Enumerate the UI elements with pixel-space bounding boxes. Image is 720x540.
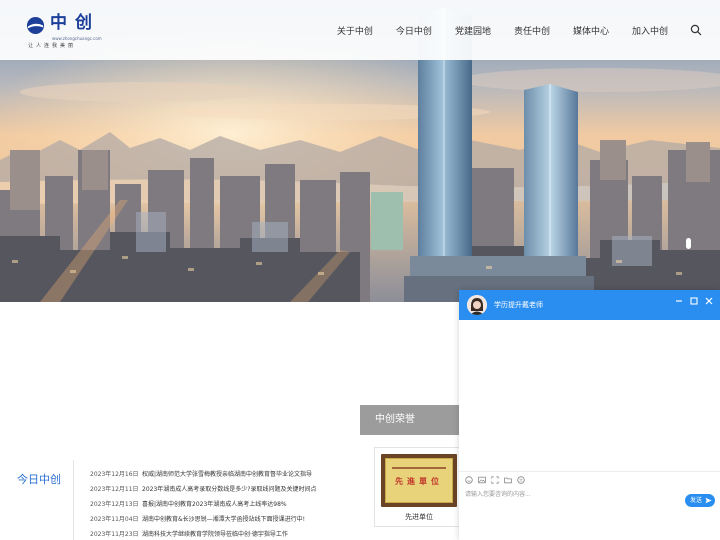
news-date: 2023年11月23日	[90, 531, 139, 538]
chat-messages	[459, 320, 720, 471]
today-section-title: 今日中创	[17, 473, 61, 486]
logo-url: www.zhongchuangc.com	[52, 36, 102, 41]
chat-toolbar	[465, 476, 530, 484]
honor-section-title: 中创荣誉	[360, 405, 470, 435]
honor-card[interactable]: 先進單位 先进单位	[374, 447, 464, 527]
folder-icon[interactable]	[504, 476, 512, 484]
nav-item-party[interactable]: 党建园地	[455, 24, 491, 37]
send-button[interactable]: 发送	[685, 494, 715, 507]
news-title[interactable]: 权威|湖南师范大学张雪梅教授亲临湖南中创教育督毕业论文指导	[142, 469, 312, 484]
honor-caption: 先进单位	[405, 513, 433, 521]
news-item[interactable]: 2023年12月16日 权威|湖南师范大学张雪梅教授亲临湖南中创教育督毕业论文指…	[90, 469, 350, 484]
site-logo[interactable]: 中创 www.zhongchuangc.com 让人连我美丽	[26, 12, 106, 49]
news-item[interactable]: 2023年12月11日 2023年湖南成人高考录取分数线是多少?录取线问题及关键…	[90, 484, 350, 499]
image-icon[interactable]	[478, 476, 486, 484]
avatar-icon	[467, 295, 487, 315]
news-title[interactable]: 湖南中创教育&长沙思锐—湘潭大学函授站线下面授课进行中!	[142, 514, 305, 529]
site-header: 中创 www.zhongchuangc.com 让人连我美丽 关于中创 今日中创…	[0, 0, 720, 60]
certificate-text: 先進單位	[395, 477, 443, 486]
agent-avatar	[467, 295, 487, 315]
search-icon[interactable]	[690, 24, 702, 36]
nav-item-media[interactable]: 媒体中心	[573, 24, 609, 37]
news-date: 2023年12月16日	[90, 471, 139, 478]
news-date: 2023年12月13日	[90, 501, 139, 508]
news-date: 2023年12月11日	[90, 486, 139, 493]
carousel-indicator[interactable]	[686, 238, 691, 249]
news-title[interactable]: 湖南科技大学继续教育学院领导莅临中创·德宇指导工作	[142, 529, 288, 540]
logo-slogan: 让人连我美丽	[28, 43, 77, 49]
nav-item-join[interactable]: 加入中创	[632, 24, 668, 37]
chat-window-controls	[669, 296, 714, 306]
news-item[interactable]: 2023年11月04日 湖南中创教育&长沙思锐—湘潭大学函授站线下面授课进行中!	[90, 514, 350, 529]
send-icon	[705, 497, 712, 504]
chat-message-input[interactable]	[465, 489, 685, 499]
logo-text: 中创	[50, 13, 100, 33]
nav-item-responsibility[interactable]: 责任中创	[514, 24, 550, 37]
section-divider	[73, 460, 74, 540]
minimize-icon[interactable]	[674, 296, 684, 306]
news-date: 2023年11月04日	[90, 516, 139, 523]
emoji-icon[interactable]	[465, 476, 473, 484]
news-title[interactable]: 喜报|湖南中创教育2023年湖南成人高考上线率达98%	[142, 499, 287, 514]
chat-header[interactable]: 学历提升戴老师	[459, 290, 720, 320]
certificate-image: 先進單位	[381, 454, 457, 507]
logo-mark-icon	[26, 16, 45, 35]
send-label: 发送	[690, 497, 703, 504]
page: 中创 www.zhongchuangc.com 让人连我美丽 关于中创 今日中创…	[0, 0, 720, 540]
screenshot-icon[interactable]	[491, 476, 499, 484]
chat-divider	[459, 471, 720, 472]
rating-icon[interactable]	[517, 476, 525, 484]
nav-item-today[interactable]: 今日中创	[396, 24, 432, 37]
main-nav: 关于中创 今日中创 党建园地 责任中创 媒体中心 加入中创	[314, 0, 702, 60]
news-item[interactable]: 2023年12月13日 喜报|湖南中创教育2023年湖南成人高考上线率达98%	[90, 499, 350, 514]
agent-name: 学历提升戴老师	[494, 301, 543, 309]
maximize-icon[interactable]	[689, 296, 699, 306]
nav-item-about[interactable]: 关于中创	[337, 24, 373, 37]
close-icon[interactable]	[704, 296, 714, 306]
news-list: 2023年12月16日 权威|湖南师范大学张雪梅教授亲临湖南中创教育督毕业论文指…	[90, 469, 350, 540]
chat-window: 学历提升戴老师 请输入您要咨询的内容... 发送	[459, 290, 720, 540]
news-title[interactable]: 2023年湖南成人高考录取分数线是多少?录取线问题及关键时间点	[142, 484, 316, 499]
news-item[interactable]: 2023年11月23日 湖南科技大学继续教育学院领导莅临中创·德宇指导工作	[90, 529, 350, 540]
